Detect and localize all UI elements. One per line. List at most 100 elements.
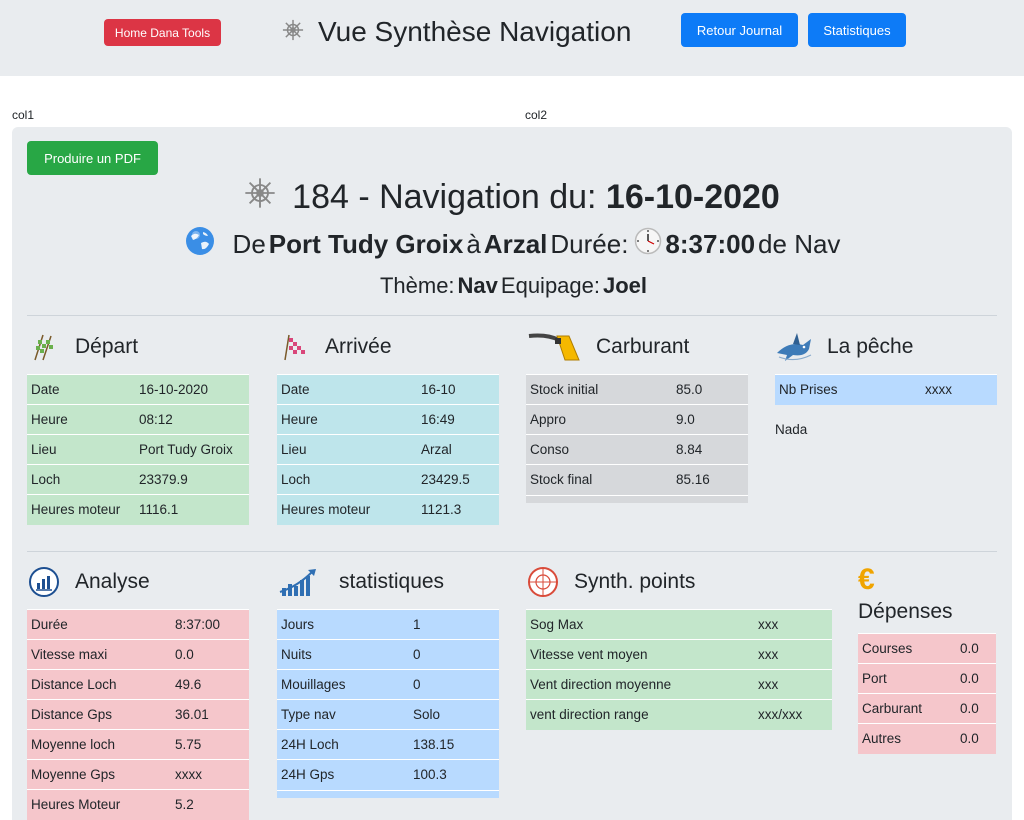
duration-suffix: de Nav <box>758 228 841 259</box>
row-value: 16-10 <box>417 374 499 405</box>
col2-label: col2 <box>525 108 548 122</box>
depenses-table: Courses 0.0 Port 0.0 Carburant 0.0 Autres 0.0 <box>858 633 996 754</box>
table-row: Moyenne loch 5.75 <box>27 729 249 760</box>
row-label: Loch <box>277 464 417 495</box>
row-label: Sog Max <box>526 609 754 640</box>
row-label: Distance Loch <box>27 669 171 700</box>
retour-journal-button[interactable]: Retour Journal <box>681 13 798 47</box>
row-label: Lieu <box>27 434 135 465</box>
page-title-text: Vue Synthèse Navigation <box>318 16 632 47</box>
arrival-port: Arzal <box>483 228 548 259</box>
row-value: 36.01 <box>171 699 249 730</box>
row-value: 8:37:00 <box>171 609 249 640</box>
row-label: Vitesse maxi <box>27 639 171 670</box>
row-label: Heure <box>277 404 417 435</box>
table-row: Type nav Solo <box>277 699 499 730</box>
row-label: Nuits <box>277 639 409 670</box>
statistiques-heading: statistiques <box>277 565 499 599</box>
row-label: Stock initial <box>526 374 672 405</box>
row-value: Solo <box>409 699 499 730</box>
row-label: Mouillages <box>277 669 409 700</box>
statistiques-title: statistiques <box>339 570 445 593</box>
row-value: 1116.1 <box>135 494 249 525</box>
table-row: Autres 0.0 <box>858 723 996 754</box>
carburant-table: Stock initial 85.0 Appro 9.0 Conso 8.84 Stock … <box>526 374 748 495</box>
depart-block: Départ Date 16-10-2020 Heure 08:12 Lieu Port … <box>27 330 249 525</box>
crew-word: Equipage: <box>500 273 600 298</box>
table-row: Date 16-10-2020 <box>27 374 249 405</box>
analyse-title: Analyse <box>75 570 150 593</box>
table-row: Stock initial 85.0 <box>526 374 748 405</box>
row-label: Vent direction moyenne <box>526 669 754 700</box>
row-label: Moyenne Gps <box>27 759 171 790</box>
peche-note: Nada <box>775 421 808 437</box>
row-label: Loch <box>27 464 135 495</box>
row-value: 1121.3 <box>417 494 499 525</box>
table-row: Loch 23379.9 <box>27 464 249 495</box>
euro-icon: € <box>858 563 875 596</box>
table-row: Lieu Port Tudy Groix <box>27 434 249 465</box>
table-row: Heure 16:49 <box>277 404 499 435</box>
analyse-table: Durée 8:37:00 Vitesse maxi 0.0 Distance Loch… <box>27 609 249 820</box>
synth-block: Synth. points Sog Max xxx Vitesse vent moy… <box>526 565 832 730</box>
row-label: Date <box>277 374 417 405</box>
table-row: Sog Max xxx <box>526 609 832 640</box>
analyse-heading: Analyse <box>27 565 249 599</box>
theme-line: Thème: Nav Equipage: Joel <box>12 271 1012 301</box>
row-label: Type nav <box>277 699 409 730</box>
row-value: 85.0 <box>672 374 748 405</box>
row-value: 5.2 <box>171 789 249 820</box>
table-row: Appro 9.0 <box>526 404 748 435</box>
table-row: Loch 23429.5 <box>277 464 499 495</box>
table-row: vent direction range xxx/xxx <box>526 699 832 730</box>
produce-pdf-button[interactable]: Produire un PDF <box>27 141 158 175</box>
from-word: De <box>232 228 266 259</box>
table-row: Carburant 0.0 <box>858 693 996 724</box>
nav-date: 16-10-2020 <box>605 177 780 216</box>
route-line: De Port Tudy Groix à Arzal Durée: 8:37:0… <box>12 226 1012 262</box>
nav-prefix: 184 - Navigation du: <box>292 177 597 216</box>
home-dana-tools-button[interactable]: Home Dana Tools <box>104 19 221 46</box>
table-row: Vitesse maxi 0.0 <box>27 639 249 670</box>
row-value: 49.6 <box>171 669 249 700</box>
statistiques-button[interactable]: Statistiques <box>808 13 906 47</box>
row-value: 138.15 <box>409 729 499 760</box>
row-value: xxxx <box>921 374 997 405</box>
statistiques-table-footer <box>277 789 499 798</box>
row-label: 24H Loch <box>277 729 409 760</box>
row-value: Arzal <box>417 434 499 465</box>
table-row: Conso 8.84 <box>526 434 748 465</box>
row-value: 9.0 <box>672 404 748 435</box>
to-word: à <box>466 228 481 259</box>
summary-panel: Produire un PDF 184 - Navigation du: 16-… <box>12 127 1012 820</box>
divider <box>27 551 997 552</box>
row-label: Durée <box>27 609 171 640</box>
depart-table: Date 16-10-2020 Heure 08:12 Lieu Port Tudy Gr… <box>27 374 249 525</box>
carburant-block: Carburant Stock initial 85.0 Appro 9.0 Conso… <box>526 330 748 503</box>
table-row: Jours 1 <box>277 609 499 640</box>
row-value: 0.0 <box>171 639 249 670</box>
row-label: Courses <box>858 633 956 664</box>
fuel-nozzle-icon <box>526 330 586 364</box>
departure-port: Port Tudy Groix <box>268 228 464 259</box>
ship-wheel-icon <box>244 177 276 218</box>
target-icon <box>526 565 560 599</box>
analyse-block: Analyse Durée 8:37:00 Vitesse maxi 0.0 Dista… <box>27 565 249 820</box>
table-row: Port 0.0 <box>858 663 996 694</box>
theme-value: Nav <box>457 273 498 298</box>
col1-label: col1 <box>12 108 35 122</box>
row-label: Heure <box>27 404 135 435</box>
duration-word: Durée: <box>550 228 629 259</box>
divider <box>27 315 997 316</box>
row-value: 0 <box>409 669 499 700</box>
table-row: Nb Prises xxxx <box>775 374 997 405</box>
arrivee-title: Arrivée <box>325 335 392 358</box>
globe-icon <box>184 225 216 264</box>
row-value: xxx/xxx <box>754 699 832 730</box>
theme-word: Thème: <box>379 273 455 298</box>
row-label: Distance Gps <box>27 699 171 730</box>
row-value: 23429.5 <box>417 464 499 495</box>
row-value: xxx <box>754 639 832 670</box>
shark-icon <box>775 330 815 364</box>
row-value: 16-10-2020 <box>135 374 249 405</box>
